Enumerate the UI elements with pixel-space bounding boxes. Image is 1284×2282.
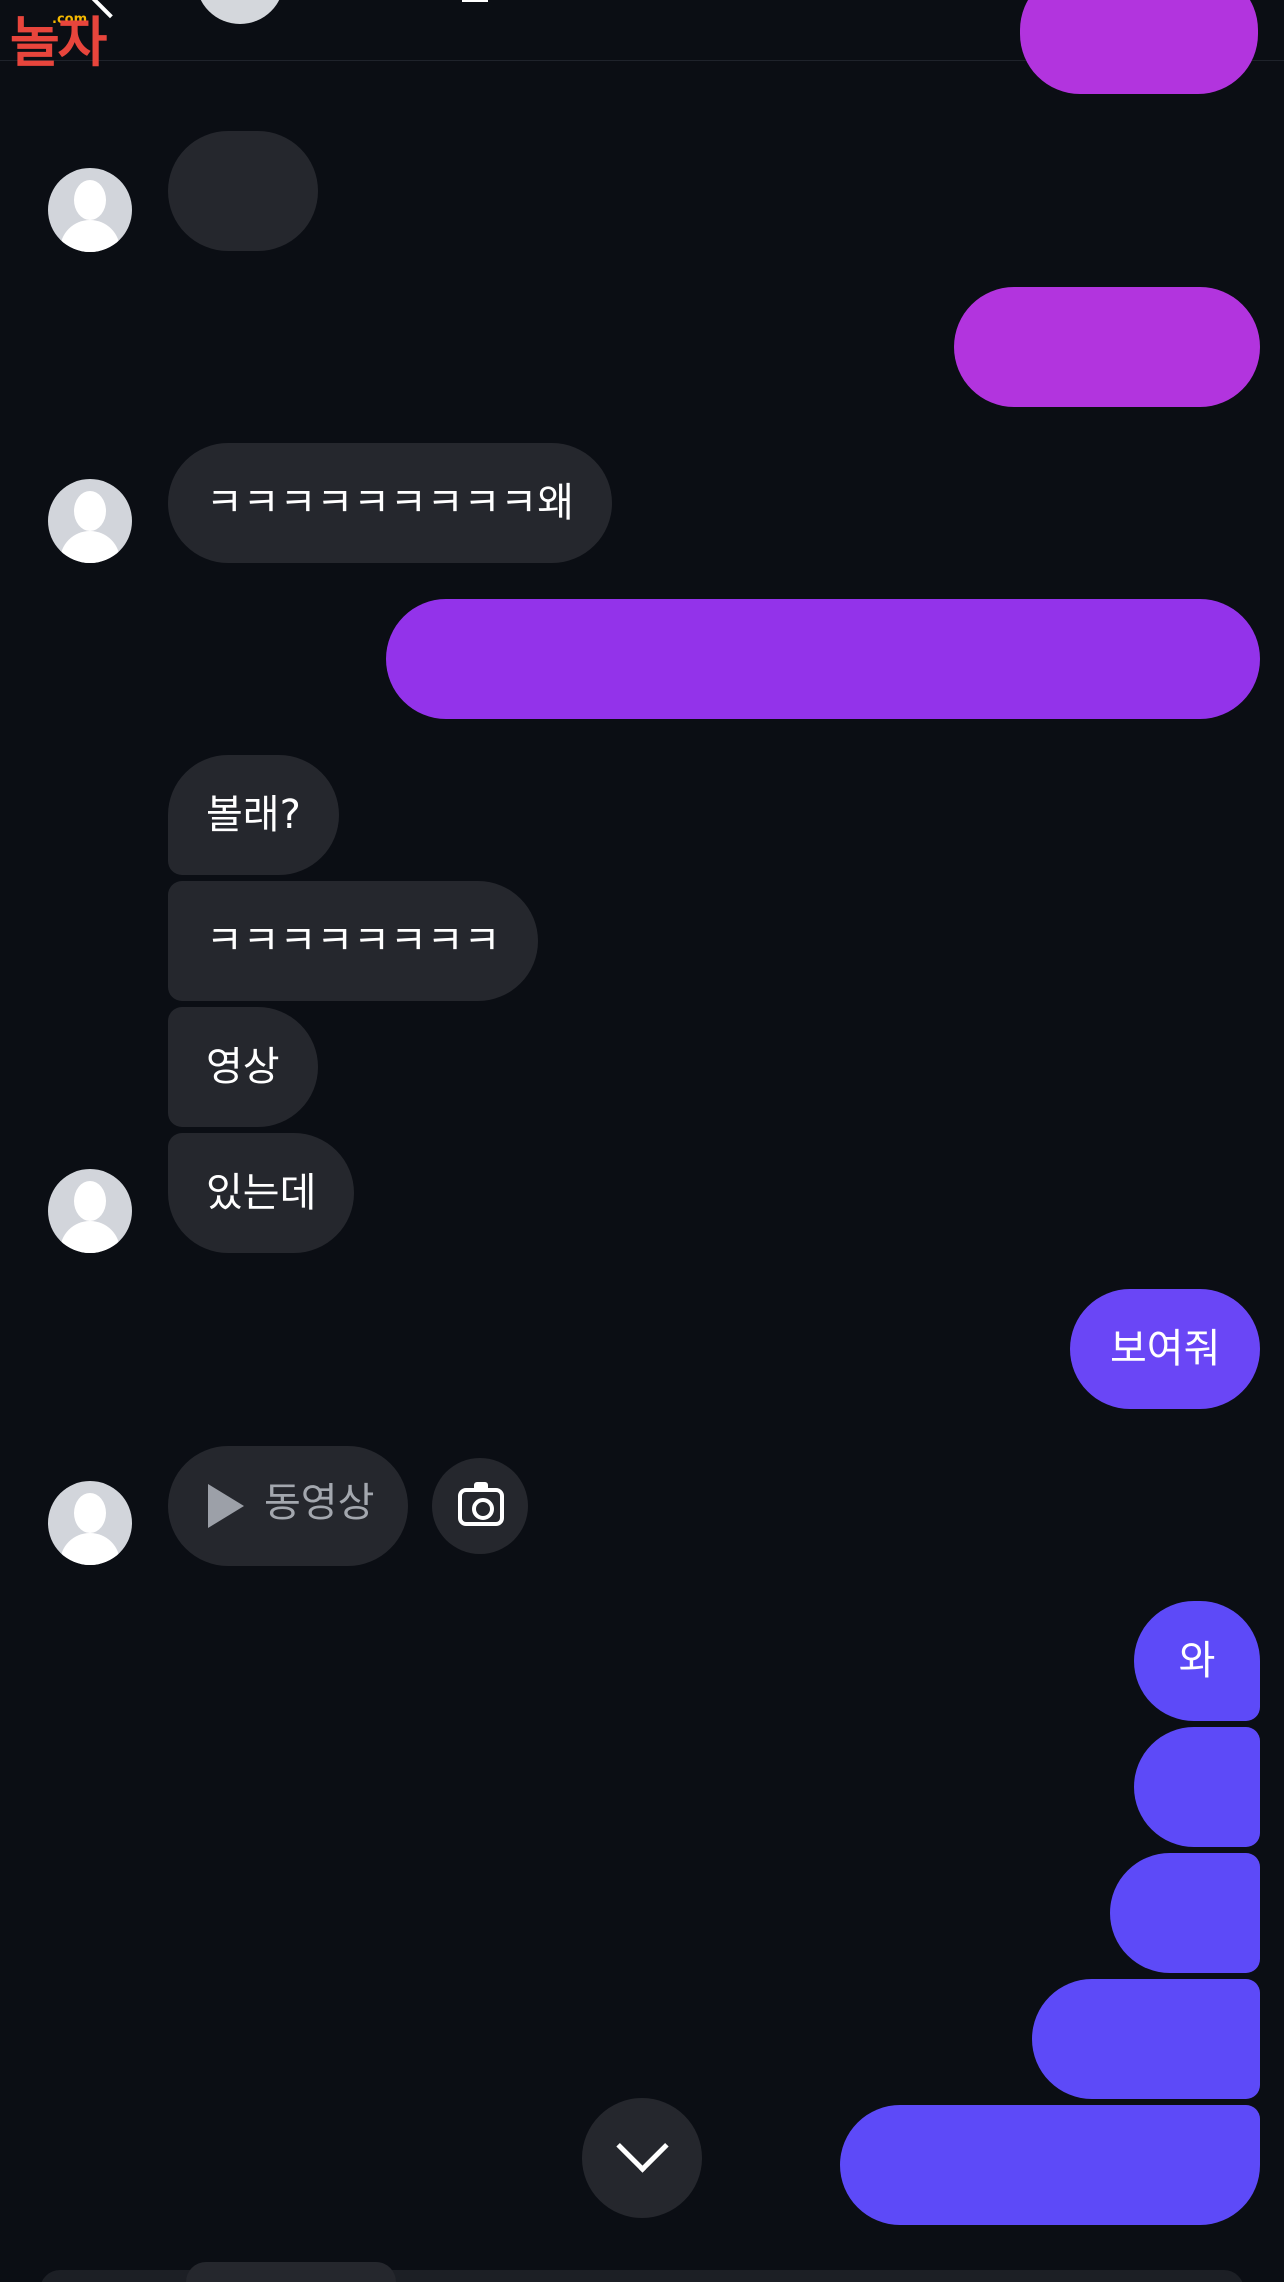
contact-avatar[interactable]: [48, 1169, 132, 1253]
avatar-body: [60, 531, 120, 563]
contact-avatar[interactable]: [48, 1481, 132, 1565]
sent-message-bubble[interactable]: [1032, 1979, 1260, 2099]
received-message-bubble[interactable]: 영상: [168, 1007, 318, 1127]
avatar-body: [60, 220, 120, 252]
composer-pill[interactable]: [186, 2262, 396, 2282]
video-attachment-label: 동영상: [264, 1480, 375, 1526]
chevron-down-icon: [616, 2120, 669, 2173]
received-message-bubble[interactable]: 볼래?: [168, 755, 339, 875]
received-message-bubble[interactable]: ㅋㅋㅋㅋㅋㅋㅋㅋ: [168, 881, 539, 1001]
watermark-logo: .com 놀자: [10, 8, 160, 74]
chat-screen: .com 놀자 ㅋㅋㅋㅋㅋㅋㅋㅋㅋ왜 볼래? ㅋㅋㅋㅋㅋㅋㅋㅋ 영상 있는데 보…: [0, 0, 1284, 2282]
video-attachment-bubble[interactable]: 동영상: [168, 1446, 408, 1566]
sent-message-bubble[interactable]: [386, 599, 1260, 719]
contact-avatar[interactable]: [48, 479, 132, 563]
sent-message-bubble[interactable]: [1134, 1727, 1260, 1847]
avatar-head: [74, 1181, 106, 1221]
scroll-to-bottom-button[interactable]: [582, 2098, 702, 2218]
sent-message-bubble[interactable]: 와: [1134, 1601, 1260, 1721]
avatar-head: [74, 491, 106, 531]
logo-text: 놀자: [10, 11, 107, 74]
header-avatar[interactable]: [196, 0, 284, 24]
avatar-head: [74, 1493, 106, 1533]
camera-icon: [458, 1482, 504, 1526]
play-icon: [208, 1484, 244, 1528]
sent-message-bubble[interactable]: [1110, 1853, 1260, 1973]
received-message-bubble[interactable]: [168, 131, 318, 251]
received-message-bubble[interactable]: 있는데: [168, 1133, 355, 1253]
sent-message-bubble[interactable]: [1020, 0, 1258, 94]
header-name: [462, 0, 488, 2]
avatar-head: [74, 180, 106, 220]
camera-button[interactable]: [432, 1458, 528, 1554]
contact-avatar[interactable]: [48, 168, 132, 252]
sent-message-bubble[interactable]: [954, 287, 1260, 407]
sent-message-bubble[interactable]: 보여줘: [1070, 1289, 1260, 1409]
avatar-body: [60, 1533, 120, 1565]
avatar-body: [60, 1221, 120, 1253]
sent-message-bubble[interactable]: [840, 2105, 1260, 2225]
received-message-bubble[interactable]: ㅋㅋㅋㅋㅋㅋㅋㅋㅋ왜: [168, 443, 612, 563]
